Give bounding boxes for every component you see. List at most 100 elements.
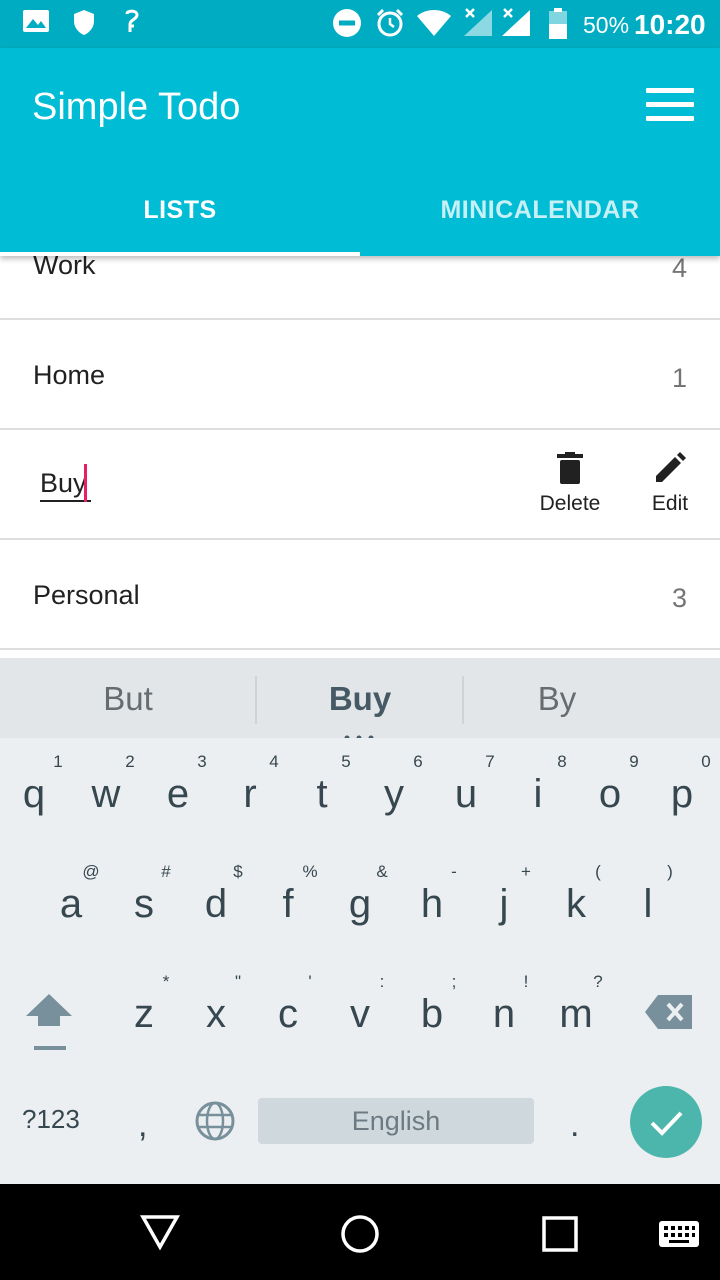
- key-i[interactable]: i: [508, 772, 568, 817]
- list-item-buy-editing[interactable]: Buy Delete Edit: [0, 430, 720, 540]
- key-b[interactable]: b: [402, 992, 462, 1037]
- key-hint: 0: [701, 752, 711, 771]
- key-hint: !: [523, 972, 529, 991]
- tab-lists[interactable]: LISTS: [0, 196, 360, 225]
- key-hint: (: [595, 862, 601, 881]
- menu-icon[interactable]: [646, 88, 696, 124]
- key-v[interactable]: v: [330, 992, 390, 1037]
- key-hint: 4: [269, 752, 279, 771]
- list-name: Personal: [33, 580, 140, 610]
- key-a[interactable]: a: [41, 882, 101, 927]
- text-cursor: [84, 464, 87, 502]
- key-c[interactable]: c: [258, 992, 318, 1037]
- keyboard-switch-icon[interactable]: [658, 1220, 700, 1248]
- key-hint: ?: [593, 972, 603, 991]
- back-icon[interactable]: [140, 1214, 180, 1250]
- key-hint: 9: [629, 752, 639, 771]
- list-name: Home: [33, 360, 106, 390]
- symbols-key[interactable]: ?123: [22, 1104, 80, 1135]
- clock: 10:20: [634, 9, 706, 40]
- key-j[interactable]: j: [474, 882, 534, 927]
- trash-icon: [557, 452, 583, 484]
- key-hint: :: [379, 972, 385, 991]
- do-not-disturb-icon: [333, 9, 361, 37]
- key-f[interactable]: f: [258, 882, 318, 927]
- tab-minicalendar[interactable]: MINICALENDAR: [360, 196, 720, 225]
- home-icon[interactable]: [340, 1214, 380, 1254]
- key-hint: 3: [197, 752, 207, 771]
- comma-key[interactable]: ,: [138, 1106, 147, 1145]
- suggestion-buy[interactable]: Buy: [257, 680, 463, 718]
- key-hint: ): [667, 862, 673, 881]
- more-suggestions-dots[interactable]: [344, 728, 374, 741]
- key-e[interactable]: e: [148, 772, 208, 817]
- key-hint: #: [161, 862, 171, 881]
- signal-2-icon: [502, 8, 530, 36]
- alarm-icon: [376, 8, 404, 37]
- status-bar: 50% 10:20: [0, 0, 720, 48]
- key-hint: 6: [413, 752, 423, 771]
- key-l[interactable]: l: [618, 882, 678, 927]
- key-hint: 8: [557, 752, 567, 771]
- key-x[interactable]: x: [186, 992, 246, 1037]
- key-hint: 2: [125, 752, 135, 771]
- key-hint: ;: [451, 972, 457, 991]
- key-o[interactable]: o: [580, 772, 640, 817]
- keyboard-suggestion-strip: But Buy By: [0, 658, 720, 741]
- app-title: Simple Todo: [32, 86, 241, 128]
- list-count: 3: [671, 583, 687, 613]
- key-r[interactable]: r: [220, 772, 280, 817]
- key-w[interactable]: w: [76, 772, 136, 817]
- space-bar[interactable]: English: [258, 1098, 534, 1144]
- key-hint: 5: [341, 752, 351, 771]
- key-hint: ": [234, 972, 242, 991]
- image-notification-icon: [23, 10, 49, 32]
- key-u[interactable]: u: [436, 772, 496, 817]
- list-count: 4: [671, 253, 687, 283]
- key-n[interactable]: n: [474, 992, 534, 1037]
- list-count: 1: [671, 363, 687, 393]
- period-key[interactable]: .: [570, 1106, 579, 1145]
- edit-label: Edit: [651, 492, 689, 515]
- list-item-personal[interactable]: Personal 3: [0, 540, 720, 650]
- key-icon: [125, 9, 139, 32]
- backspace-icon[interactable]: [644, 994, 694, 1030]
- key-hint: @: [82, 862, 100, 881]
- key-z[interactable]: z: [114, 992, 174, 1037]
- shield-icon: [74, 10, 94, 35]
- key-hint: -: [451, 862, 457, 881]
- key-hint: ': [308, 972, 312, 991]
- app-bar: Simple Todo LISTS MINICALENDAR: [0, 48, 720, 256]
- battery-percent: 50%: [583, 12, 630, 38]
- pencil-icon: [656, 452, 686, 482]
- edit-button[interactable]: Edit: [630, 452, 710, 516]
- done-button[interactable]: [630, 1086, 702, 1158]
- key-m[interactable]: m: [546, 992, 606, 1037]
- key-d[interactable]: d: [186, 882, 246, 927]
- shift-icon[interactable]: [24, 992, 74, 1052]
- tab-indicator: [0, 252, 360, 256]
- delete-label: Delete: [539, 492, 601, 515]
- key-hint: $: [233, 862, 243, 881]
- key-q[interactable]: q: [4, 772, 64, 817]
- key-hint: 1: [53, 752, 63, 771]
- key-p[interactable]: p: [652, 772, 712, 817]
- key-t[interactable]: t: [292, 772, 352, 817]
- key-h[interactable]: h: [402, 882, 462, 927]
- soft-keyboard: q w e r t y u i o p 1 2 3 4 5 6 7 8 9 0 …: [0, 738, 720, 1184]
- suggestion-by[interactable]: By: [464, 680, 650, 718]
- suggestion-but[interactable]: But: [0, 680, 256, 718]
- list-item-home[interactable]: Home 1: [0, 320, 720, 430]
- key-s[interactable]: s: [114, 882, 174, 927]
- key-k[interactable]: k: [546, 882, 606, 927]
- key-y[interactable]: y: [364, 772, 424, 817]
- delete-button[interactable]: Delete: [530, 452, 610, 516]
- key-hint: *: [162, 972, 170, 991]
- globe-icon[interactable]: [194, 1100, 236, 1142]
- wifi-icon: [417, 10, 451, 36]
- check-icon: [650, 1111, 683, 1136]
- key-g[interactable]: g: [330, 882, 390, 927]
- recents-icon[interactable]: [542, 1216, 578, 1252]
- list-name-input[interactable]: Buy: [40, 468, 91, 502]
- signal-icon: [464, 8, 492, 36]
